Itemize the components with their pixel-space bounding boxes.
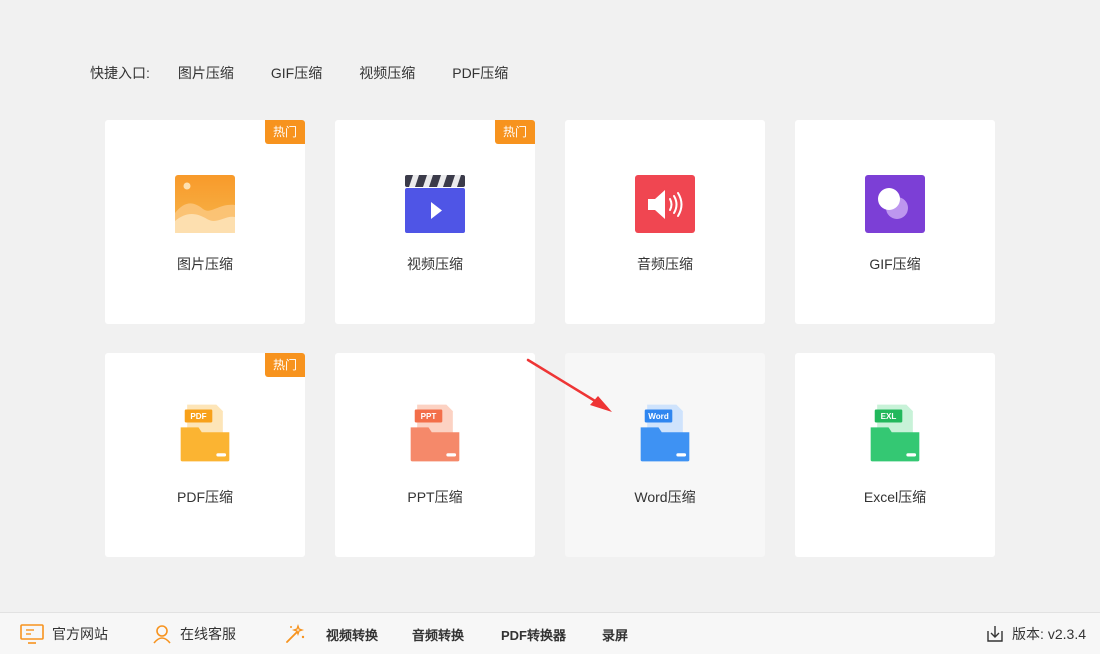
video-convert-link[interactable]: 视频转换 [326,613,378,654]
tile-label: 图片压缩 [177,256,233,272]
file-tag: PDF [190,412,206,421]
video-icon [405,175,465,233]
download-icon [987,626,1003,642]
person-icon [153,625,171,644]
magic-wand-icon [286,623,305,643]
tools-promo-icon [284,613,314,654]
audio-convert-link[interactable]: 音频转换 [412,613,464,654]
hot-badge: 热门 [265,353,305,377]
tile-audio-compress[interactable]: 音频压缩 [565,120,765,324]
tile-label: Word压缩 [634,489,696,505]
file-tag: EXL [881,412,897,421]
hot-badge: 热门 [495,120,535,144]
tile-label: GIF压缩 [869,256,921,272]
ppt-file-icon: PPT [410,404,460,462]
tile-image-compress[interactable]: 热门 图片压缩 [105,120,305,324]
tile-pdf-compress[interactable]: 热门 PDF PDF压缩 [105,353,305,557]
quick-entry-label: 快捷入口: [90,65,150,81]
app-window: 快捷入口: 图片压缩 GIF压缩 视频压缩 PDF压缩 热门 图片压缩 热门 视… [0,0,1100,654]
file-tag: Word [648,412,669,421]
online-support-label: 在线客服 [180,626,236,642]
quick-link-gif[interactable]: GIF压缩 [271,63,322,83]
screen-record-link[interactable]: 录屏 [602,613,628,654]
tile-label: 视频压缩 [407,256,463,272]
audio-icon [635,175,695,233]
tile-ppt-compress[interactable]: PPT PPT压缩 [335,353,535,557]
tile-label: Excel压缩 [863,489,927,505]
excel-file-icon: EXL [870,404,920,462]
quick-entry-bar: 快捷入口: 图片压缩 GIF压缩 视频压缩 PDF压缩 [90,63,545,83]
tile-label: PPT压缩 [407,489,463,505]
image-icon [175,175,235,233]
pdf-converter-link[interactable]: PDF转换器 [501,613,566,654]
quick-link-video[interactable]: 视频压缩 [359,63,415,83]
pdf-file-icon: PDF [180,404,230,462]
tile-label: 音频压缩 [637,256,693,272]
word-file-icon: Word [640,404,690,462]
quick-link-image[interactable]: 图片压缩 [178,63,234,83]
tile-gif-compress[interactable]: GIF压缩 [795,120,995,324]
tile-video-compress[interactable]: 热门 视频压缩 [335,120,535,324]
monitor-icon [20,624,44,644]
hot-badge: 热门 [265,120,305,144]
official-website-label: 官方网站 [52,626,108,642]
version-label: 版本: [1011,626,1044,642]
red-arrow-annotation [526,358,612,412]
official-website-link[interactable]: 官方网站 [20,613,108,654]
version-info[interactable]: 版本: v2.3.4 [986,613,1086,654]
gif-icon [865,175,925,233]
online-support-link[interactable]: 在线客服 [152,613,236,654]
tile-excel-compress[interactable]: EXL Excel压缩 [795,353,995,557]
version-number: v2.3.4 [1047,626,1086,642]
file-tag: PPT [421,412,437,421]
tile-label: PDF压缩 [177,489,233,505]
quick-link-pdf[interactable]: PDF压缩 [452,63,508,83]
footer-bar: 官方网站 在线客服 视频转换 音频转换 PDF转换器 录屏 版本: v2.3.4 [0,612,1100,654]
